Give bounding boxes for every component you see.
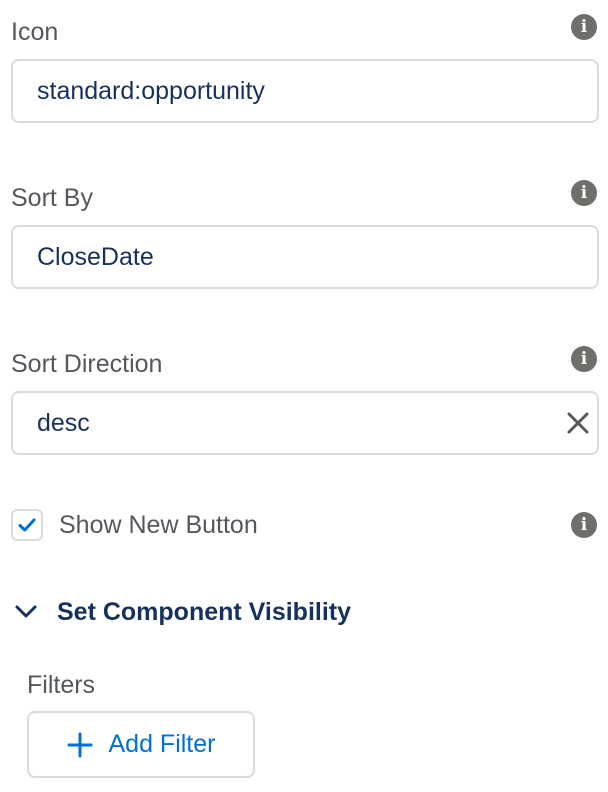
icon-field-label: Icon <box>11 18 59 46</box>
checkmark-icon <box>18 518 36 532</box>
set-component-visibility-toggle[interactable]: Set Component Visibility <box>14 594 351 630</box>
sort-by-input[interactable] <box>11 225 599 289</box>
info-icon[interactable]: i <box>571 346 597 372</box>
add-filter-label: Add Filter <box>108 730 216 758</box>
property-panel: Icon i Sort By i Sort Direction i Show N… <box>0 0 608 792</box>
info-icon[interactable]: i <box>571 14 597 40</box>
sort-direction-field-label: Sort Direction <box>11 350 163 378</box>
plus-icon <box>67 732 92 757</box>
icon-input[interactable] <box>11 59 599 123</box>
info-icon[interactable]: i <box>571 180 597 206</box>
info-icon[interactable]: i <box>571 512 597 538</box>
show-new-button-checkbox[interactable] <box>11 509 43 541</box>
filters-label: Filters <box>27 671 96 699</box>
sort-by-field-label: Sort By <box>11 184 93 212</box>
chevron-down-icon <box>15 605 37 618</box>
sort-direction-input[interactable] <box>11 391 599 455</box>
section-title: Set Component Visibility <box>57 597 352 626</box>
add-filter-button[interactable]: Add Filter <box>27 711 255 778</box>
close-icon[interactable] <box>562 407 594 439</box>
show-new-button-label: Show New Button <box>59 511 258 539</box>
